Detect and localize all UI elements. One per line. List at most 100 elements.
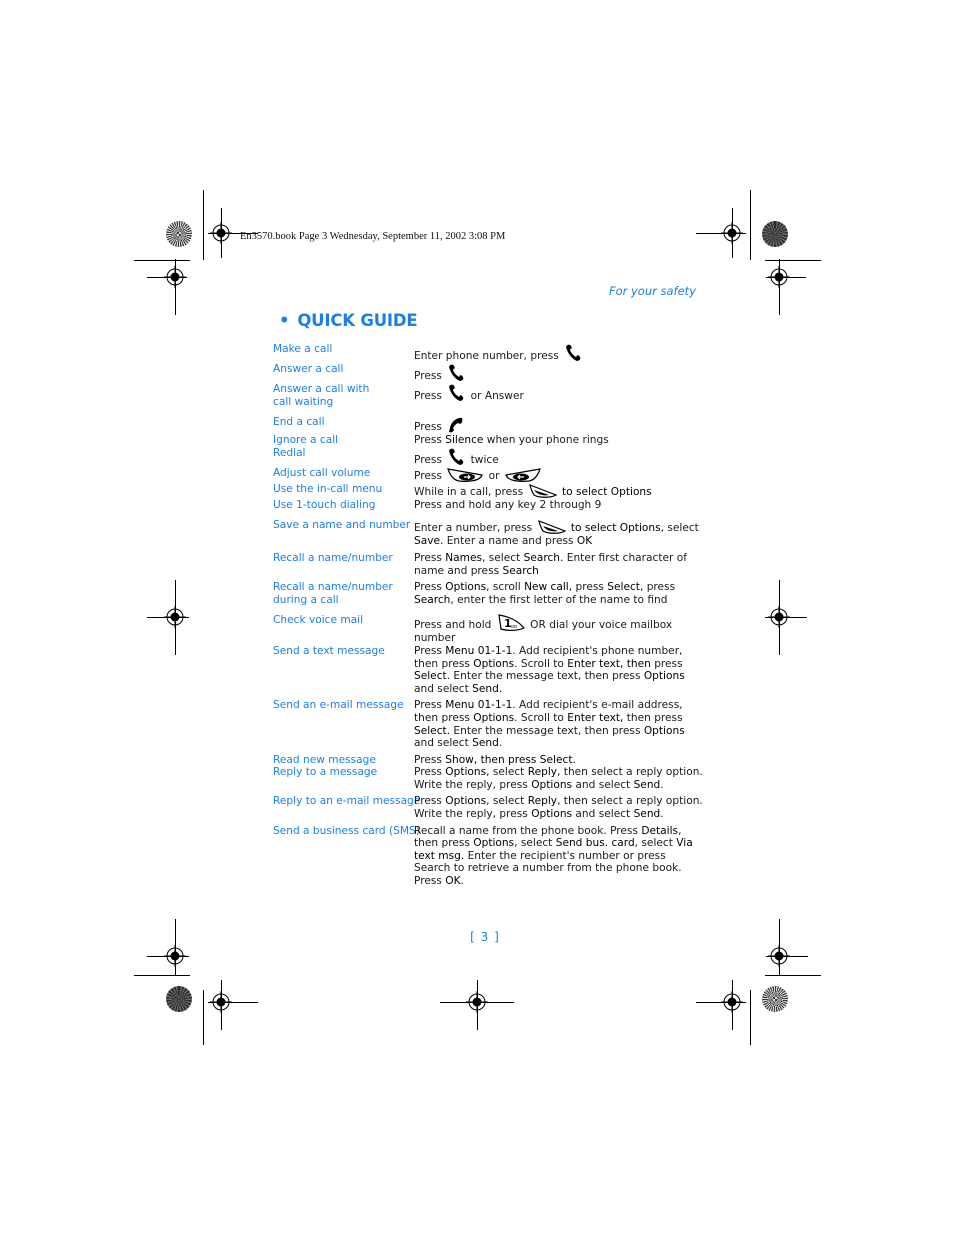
instruction-text: , select (514, 837, 556, 850)
softkey-label: OK (445, 875, 461, 888)
instruction-text: Press (414, 551, 446, 564)
guide-row: Send a text message Press Menu 01-1-1. Ad… (273, 645, 703, 695)
guide-row: Answer a call Press (273, 363, 703, 383)
softkey-label: New call (524, 581, 569, 594)
registration-mark-icon (164, 606, 186, 628)
instruction-text: . (498, 682, 503, 695)
softkey-label: Search (502, 564, 539, 577)
instruction-text: . (460, 875, 464, 888)
color-bar-circle (166, 221, 192, 247)
instruction-text: when your phone rings (483, 434, 609, 447)
instruction-text: . Scroll to (514, 657, 568, 670)
crop-line (750, 190, 751, 260)
guide-task: Reply to an e-mail message (273, 795, 421, 808)
softkey-label: Options (473, 711, 515, 724)
registration-mark-icon (721, 991, 743, 1013)
guide-row: Send a business card (SMS) Recall a name … (273, 825, 703, 888)
instruction-text: Press and hold any key 2 through 9 (414, 498, 602, 511)
instruction-text: or (488, 469, 503, 482)
softkey-label: Names (445, 551, 483, 564)
guide-instruction: Press Names, select Search. Enter first … (414, 552, 703, 577)
svg-text:oo: oo (511, 624, 517, 630)
instruction-text: or Answer (470, 390, 524, 402)
guide-instruction: Press Menu 01-1-1. Add recipient's e-mai… (414, 699, 703, 749)
softkey-label: Options (643, 724, 685, 737)
softkey-label: Search (414, 593, 451, 606)
crop-line (134, 975, 190, 976)
guide-row: Read new message Press Show, then press S… (273, 754, 703, 767)
softkey-label: Save. (414, 535, 444, 548)
guide-instruction: Press Options, select Reply, then select… (414, 766, 703, 791)
instruction-text: Press (414, 370, 446, 382)
guide-row: Recall a name/number during a call Press … (273, 581, 703, 606)
instruction-text: Recall a name from the phone book. Press (414, 824, 642, 837)
guide-instruction: Press and hold 1 oo OR dial your voice ma… (414, 614, 703, 645)
softkey-label: Options (473, 837, 515, 850)
instruction-text: press (650, 657, 683, 670)
guide-row: Redial Press twice (273, 447, 703, 467)
volume-right-key-icon (445, 468, 488, 482)
guide-instruction: Press Menu 01-1-1. Add recipient's phone… (414, 645, 703, 695)
registration-mark-icon (768, 606, 790, 628)
color-bar-circle (762, 986, 788, 1012)
guide-instruction: Press Silence when your phone rings (414, 434, 703, 447)
registration-mark-icon (466, 991, 488, 1013)
guide-instruction: Press Show, then press Select. (414, 754, 703, 767)
guide-task: Recall a name/number (273, 551, 393, 564)
guide-task: Recall a name/number during a call (273, 581, 393, 606)
instruction-text: . Enter the message text, then press (446, 724, 644, 737)
instruction-text: twice (470, 453, 499, 466)
instruction-text: and select (414, 737, 473, 750)
instruction-text: . Scroll to (514, 711, 568, 724)
instruction-text: Press (414, 453, 446, 466)
instruction-text: . (498, 737, 503, 750)
guide-instruction: Press and hold any key 2 through 9 (414, 499, 703, 512)
print-slug: En3570.book Page 3 Wednesday, September … (240, 231, 506, 242)
guide-task: Save a name and number (273, 519, 411, 532)
title-bullet: • (279, 311, 290, 330)
instruction-text: Enter a number, press (414, 522, 536, 535)
softkey-label: Silence (445, 434, 484, 447)
instruction-text: Press (414, 390, 446, 402)
softkey-label: Options (445, 766, 487, 779)
registration-mark-icon (768, 266, 790, 288)
end-key-icon (445, 418, 467, 433)
instruction-text: then press (623, 711, 683, 724)
instruction-text: , enter the first letter of the name to … (450, 593, 668, 606)
instruction-text: , select (486, 766, 528, 779)
guide-instruction: Press or Answer (414, 383, 703, 408)
guide-instruction: Enter a number, press to select Options,… (414, 519, 703, 548)
selection-key-icon (527, 483, 562, 498)
softkey-label: Menu 01-1-1 (445, 644, 513, 657)
registration-mark-icon (721, 222, 743, 244)
guide-row: Ignore a call Press Silence when your pho… (273, 434, 703, 447)
instruction-text: and select (572, 808, 634, 821)
registration-mark-icon (210, 991, 232, 1013)
softkey-label: Options (445, 581, 487, 594)
guide-task: Send an e-mail message (273, 699, 404, 712)
softkey-label: Send (472, 737, 499, 750)
instruction-text: . (660, 778, 664, 791)
softkey-label: Options (531, 778, 573, 791)
instruction-text: , select (482, 551, 524, 564)
softkey-label: OK (576, 535, 593, 548)
color-bar-circle (166, 986, 192, 1012)
instruction-text: Press (414, 766, 446, 779)
registration-mark-icon (164, 266, 186, 288)
softkey-label: Show, then press Select. (445, 753, 576, 766)
quick-guide-table: Make a call Enter phone number, press Ans… (273, 343, 703, 888)
title-text: QUICK GUIDE (297, 311, 418, 330)
guide-task: Reply to a message (273, 766, 378, 779)
call-key-icon (562, 344, 584, 362)
guide-row: Adjust call volume Press or (273, 467, 703, 483)
crop-line (203, 190, 204, 260)
call-key-icon (445, 384, 470, 402)
guide-row: Use the in-call menu While in a call, pre… (273, 483, 703, 499)
guide-row: Reply to an e-mail message Press Options,… (273, 795, 703, 820)
guide-row: Recall a name/number Press Names, select … (273, 552, 703, 577)
softkey-label: to select Options (570, 522, 661, 535)
guide-row: Save a name and number Enter a number, pr… (273, 519, 703, 548)
guide-instruction: Press (414, 416, 703, 434)
instruction-text: Press (414, 581, 446, 594)
guide-task: End a call (273, 416, 325, 429)
